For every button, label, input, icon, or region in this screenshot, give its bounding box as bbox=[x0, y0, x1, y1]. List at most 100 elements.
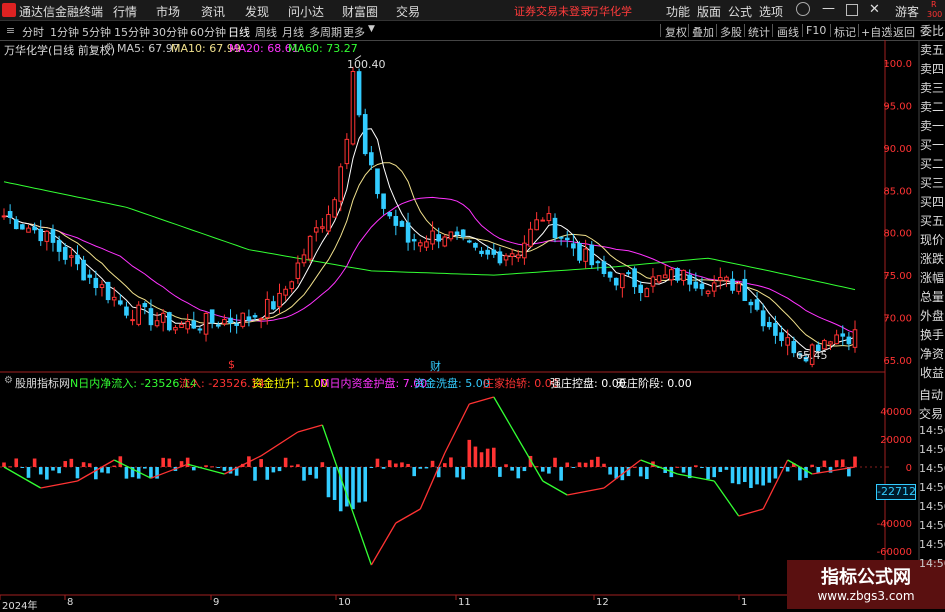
menu-options[interactable]: 选项 bbox=[759, 3, 783, 20]
badge-top: R bbox=[931, 0, 937, 9]
flow-bar bbox=[51, 467, 55, 471]
maximize-icon[interactable] bbox=[846, 4, 858, 16]
panel-time[interactable]: 14:56 bbox=[919, 500, 945, 513]
tab-intraday[interactable]: 分时 bbox=[22, 24, 44, 40]
settings-icon[interactable]: ⚙ bbox=[105, 42, 114, 53]
event-marker-dividend[interactable]: $ bbox=[228, 358, 235, 371]
candle-body bbox=[387, 211, 393, 217]
candle-body bbox=[656, 275, 662, 283]
candle-body bbox=[50, 229, 56, 243]
indicator-no-dealer: 无庄阶段: 0.00 bbox=[616, 377, 692, 390]
ma10-line bbox=[3, 162, 856, 347]
panel-time[interactable]: 14:56 bbox=[919, 538, 945, 551]
candle-body bbox=[93, 277, 99, 289]
indicator-settings-icon[interactable]: ⚙ bbox=[4, 375, 13, 386]
flow-bar bbox=[645, 467, 649, 480]
flow-bar bbox=[602, 463, 606, 467]
panel-label-bid1[interactable]: 买一 bbox=[919, 136, 945, 155]
btn-add-watchlist[interactable]: +自选 bbox=[861, 24, 892, 40]
menu-item-ask[interactable]: 问小达 bbox=[288, 3, 324, 20]
tab-daily[interactable]: 日线 bbox=[228, 24, 250, 40]
menu-toggle-icon[interactable]: ≡ bbox=[4, 24, 17, 37]
panel-time[interactable]: 14:56 bbox=[919, 424, 945, 437]
candle-body bbox=[724, 276, 729, 281]
panel-label-weibi[interactable]: 委比 bbox=[919, 22, 945, 41]
panel-label-turnover[interactable]: 换手 bbox=[919, 326, 945, 345]
more-chevron-icon[interactable]: ▼ bbox=[368, 24, 375, 34]
panel-time[interactable]: 14:56 bbox=[919, 481, 945, 494]
btn-mark[interactable]: 标记 bbox=[834, 24, 856, 40]
panel-label-change-pct[interactable]: 涨幅 bbox=[919, 269, 945, 288]
panel-time[interactable]: 14:56 bbox=[919, 443, 945, 456]
btn-back[interactable]: 返回 bbox=[893, 24, 915, 40]
candle-body bbox=[699, 283, 705, 290]
flow-bar bbox=[38, 467, 43, 475]
candle-body bbox=[26, 227, 31, 233]
panel-auto[interactable]: 自动 bbox=[919, 386, 945, 403]
btn-draw[interactable]: 画线 bbox=[777, 24, 799, 40]
panel-label-eps[interactable]: 收益 bbox=[919, 364, 945, 383]
tab-60min[interactable]: 60分钟 bbox=[190, 24, 226, 40]
panel-label-price[interactable]: 现价 bbox=[919, 231, 945, 250]
kline-chart[interactable]: 100.0 95.00 90.00 85.00 80.00 75.00 70.00 65.00… bbox=[0, 40, 945, 609]
panel-label-volume[interactable]: 总量 bbox=[919, 288, 945, 307]
panel-label-ask5[interactable]: 卖五 bbox=[919, 41, 945, 60]
flow-bar bbox=[75, 467, 80, 479]
menu-item-discover[interactable]: 发现 bbox=[245, 3, 269, 20]
panel-time[interactable]: 14:56 bbox=[919, 462, 945, 475]
menu-item-trade[interactable]: 交易 bbox=[396, 3, 420, 20]
indicator-strong-control: 强庄控盘: 0.00 bbox=[550, 377, 626, 390]
price-axis-label: 90.00 bbox=[883, 144, 912, 155]
panel-time[interactable]: 14:56 bbox=[919, 519, 945, 532]
trade-login-status[interactable]: 证券交易未登录 bbox=[514, 3, 591, 19]
panel-label-change[interactable]: 涨跌 bbox=[919, 250, 945, 269]
btn-f10[interactable]: F10 bbox=[806, 24, 826, 37]
panel-label-ask4[interactable]: 卖四 bbox=[919, 60, 945, 79]
minimize-icon[interactable]: — bbox=[822, 1, 835, 16]
price-axis-label: 65.00 bbox=[883, 356, 912, 367]
panel-label-ask2[interactable]: 卖二 bbox=[919, 98, 945, 117]
panel-label-ask3[interactable]: 卖三 bbox=[919, 79, 945, 98]
tab-30min[interactable]: 30分钟 bbox=[152, 24, 188, 40]
candle-body bbox=[258, 318, 264, 321]
flow-bar bbox=[571, 467, 576, 468]
tab-1min[interactable]: 1分钟 bbox=[50, 24, 79, 40]
tab-weekly[interactable]: 周线 bbox=[255, 24, 277, 40]
event-marker-finance[interactable]: 财 bbox=[430, 358, 441, 374]
btn-stats[interactable]: 统计 bbox=[748, 24, 770, 40]
btn-adjust[interactable]: 复权 bbox=[665, 24, 687, 40]
tab-5min[interactable]: 5分钟 bbox=[82, 24, 111, 40]
panel-trade[interactable]: 交易 bbox=[919, 405, 945, 422]
menu-item-market[interactable]: 市场 bbox=[156, 3, 180, 20]
user-icon[interactable] bbox=[796, 2, 810, 16]
panel-label-bid2[interactable]: 买二 bbox=[919, 155, 945, 174]
panel-time[interactable]: 14:56 bbox=[919, 557, 945, 570]
divider bbox=[744, 24, 745, 37]
candle-body bbox=[252, 315, 258, 318]
candle-body bbox=[601, 261, 607, 275]
menu-layout[interactable]: 版面 bbox=[697, 3, 721, 20]
tab-monthly[interactable]: 月线 bbox=[282, 24, 304, 40]
tab-multi-period[interactable]: 多周期 bbox=[309, 24, 342, 40]
low-price-label: 65.45 bbox=[796, 349, 828, 362]
close-icon[interactable]: ✕ bbox=[869, 2, 880, 17]
menu-item-news[interactable]: 资讯 bbox=[201, 3, 225, 20]
panel-label-bid4[interactable]: 买四 bbox=[919, 193, 945, 212]
btn-multi-stock[interactable]: 多股 bbox=[720, 24, 742, 40]
candle-body bbox=[748, 301, 754, 306]
tab-more[interactable]: 更多 bbox=[343, 24, 365, 40]
guest-label[interactable]: 游客 bbox=[895, 3, 919, 20]
tab-15min[interactable]: 15分钟 bbox=[114, 24, 150, 40]
panel-label-ask1[interactable]: 卖一 bbox=[919, 117, 945, 136]
panel-label-bid3[interactable]: 买三 bbox=[919, 174, 945, 193]
menu-formula[interactable]: 公式 bbox=[728, 3, 752, 20]
menu-item-quotes[interactable]: 行情 bbox=[113, 3, 137, 20]
panel-label-netasset[interactable]: 净资 bbox=[919, 345, 945, 364]
btn-overlay[interactable]: 叠加 bbox=[692, 24, 714, 40]
candle-body bbox=[271, 301, 276, 310]
panel-label-outer[interactable]: 外盘 bbox=[919, 307, 945, 326]
flow-bar bbox=[694, 465, 698, 467]
panel-label-bid5[interactable]: 买五 bbox=[919, 212, 945, 231]
menu-item-wealth[interactable]: 财富圈 bbox=[342, 3, 378, 20]
menu-function[interactable]: 功能 bbox=[666, 3, 690, 20]
